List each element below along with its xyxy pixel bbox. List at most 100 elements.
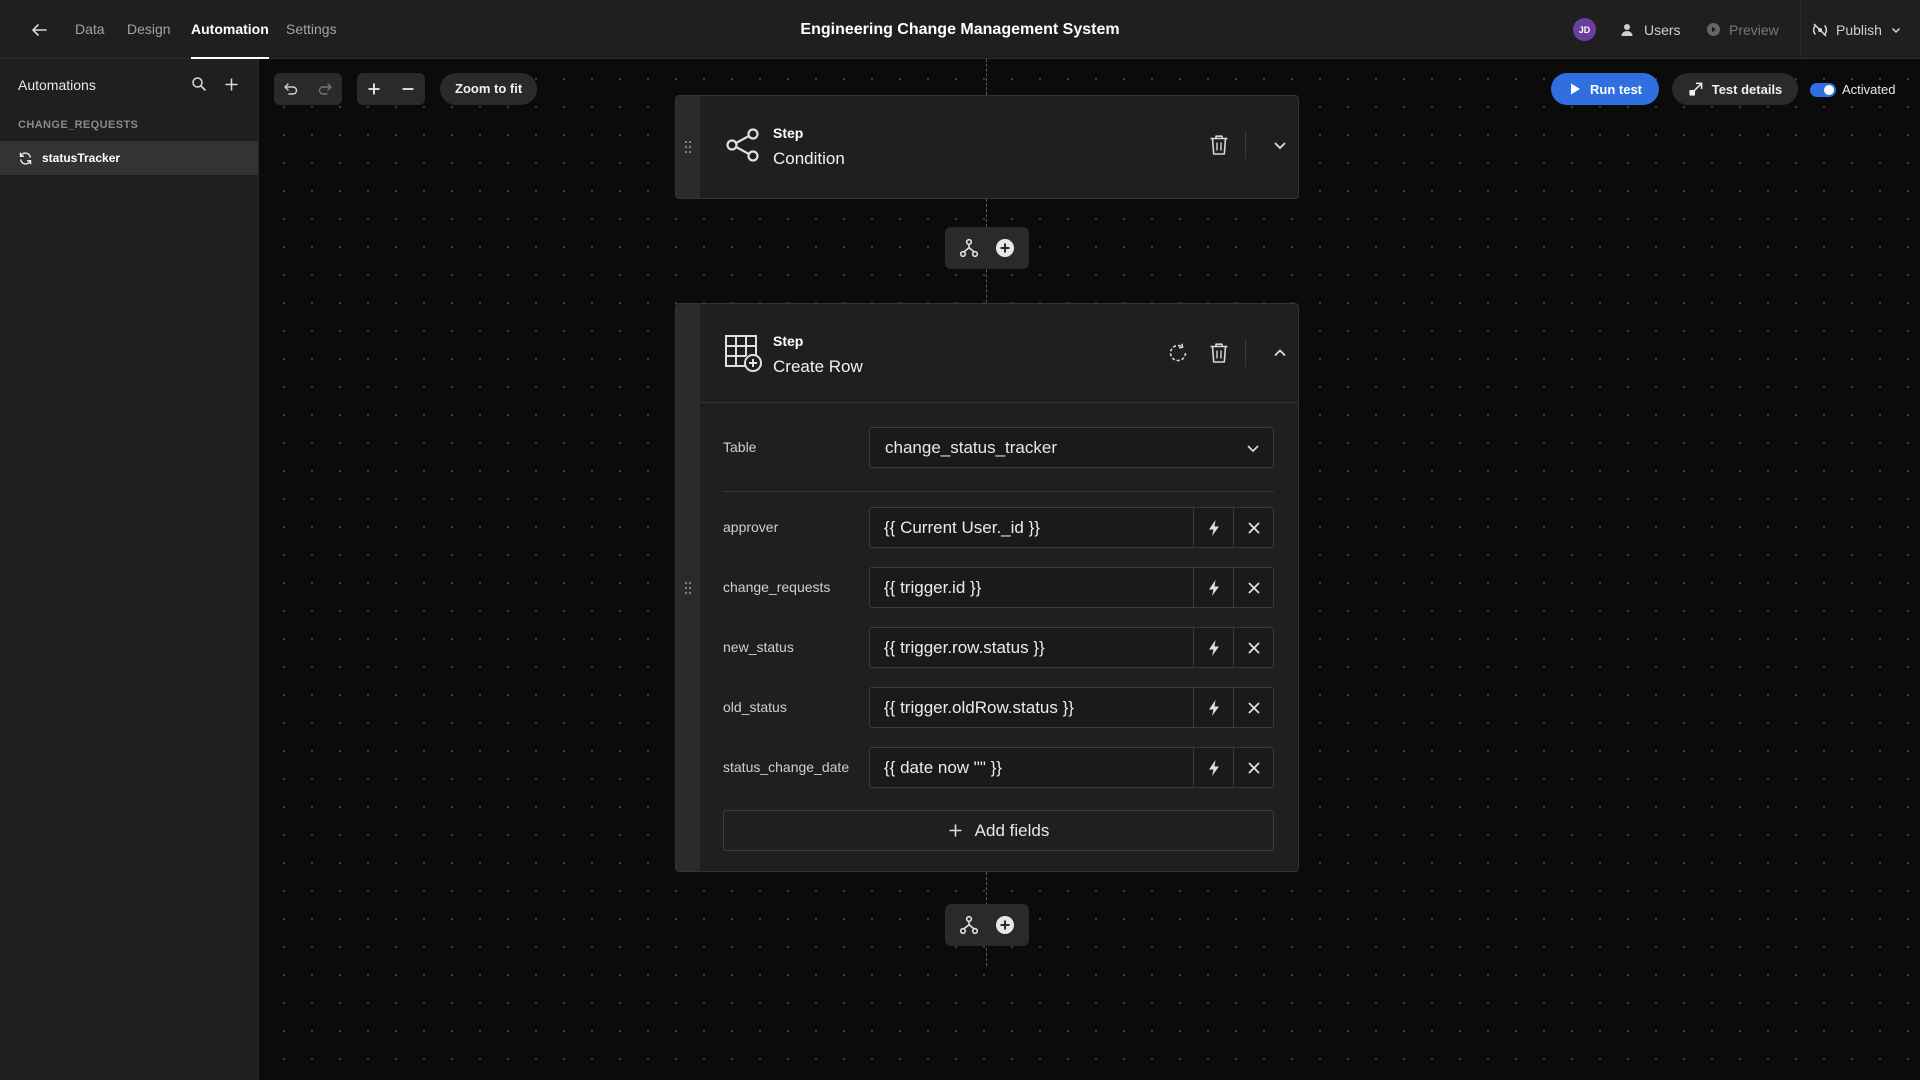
users-button[interactable]: Users	[1620, 0, 1681, 59]
close-icon	[1247, 521, 1260, 534]
add-step-button[interactable]	[994, 914, 1016, 936]
redo-button[interactable]	[308, 73, 342, 105]
field-label-status-change-date: status_change_date	[723, 759, 850, 775]
flask-icon	[1689, 82, 1703, 96]
zoom-out-button[interactable]	[391, 73, 425, 105]
automation-canvas[interactable]: Zoom to fit Run test Test details Activa…	[260, 59, 1920, 1080]
step-condition: Step Condition	[675, 95, 1299, 199]
avatar[interactable]: JD	[1573, 18, 1596, 41]
add-fields-button[interactable]: Add fields	[723, 810, 1274, 851]
clear-button[interactable]	[1233, 568, 1273, 607]
step-kicker: Step	[773, 125, 804, 141]
zoom-to-fit-button[interactable]: Zoom to fit	[440, 73, 538, 105]
field-label-change-requests: change_requests	[723, 579, 831, 595]
expand-step-button[interactable]	[1266, 131, 1294, 159]
step-name: Condition	[773, 149, 845, 168]
lightning-icon	[1208, 519, 1219, 536]
preview-button[interactable]: Preview	[1706, 0, 1779, 59]
clear-button[interactable]	[1233, 748, 1273, 787]
close-icon	[1247, 641, 1260, 654]
step-adder	[945, 227, 1029, 269]
add-branch-button[interactable]	[958, 237, 980, 259]
field-label-old-status: old_status	[723, 699, 787, 715]
delete-step-button[interactable]	[1205, 339, 1233, 367]
refresh-icon	[19, 151, 32, 165]
table-add-icon	[725, 335, 762, 372]
change-requests-input[interactable]: {{ trigger.id }}	[870, 568, 1193, 607]
tab-data[interactable]: Data	[75, 0, 105, 59]
approver-input[interactable]: {{ Current User._id }}	[870, 508, 1193, 547]
test-details-label: Test details	[1711, 81, 1783, 97]
close-icon	[1247, 581, 1260, 594]
add-automation-button[interactable]	[220, 73, 242, 95]
old-status-input[interactable]: {{ trigger.oldRow.status }}	[870, 688, 1193, 727]
field-label-approver: approver	[723, 519, 779, 535]
publish-button[interactable]: Publish	[1812, 0, 1902, 59]
bindings-button[interactable]	[1193, 688, 1233, 727]
run-test-button[interactable]: Run test	[1551, 73, 1659, 105]
divider	[723, 491, 1274, 492]
new-status-field: {{ trigger.row.status }}	[869, 627, 1274, 668]
bindings-button[interactable]	[1193, 628, 1233, 667]
undo-button[interactable]	[274, 73, 308, 105]
drag-handle-icon	[684, 140, 692, 154]
close-icon	[1247, 761, 1260, 774]
top-bar: Data Design Automation Settings Engineer…	[0, 0, 1920, 59]
bindings-button[interactable]	[1193, 568, 1233, 607]
run-test-label: Run test	[1590, 81, 1642, 97]
bindings-button[interactable]	[1193, 748, 1233, 787]
table-select[interactable]: change_status_tracker	[869, 427, 1274, 468]
add-branch-button[interactable]	[958, 914, 980, 936]
test-details-button[interactable]: Test details	[1672, 73, 1798, 105]
plus-icon	[949, 824, 962, 837]
new-status-input[interactable]: {{ trigger.row.status }}	[870, 628, 1193, 667]
add-fields-label: Add fields	[974, 820, 1050, 840]
step-create-row: Step Create Row Table change_status_trac…	[675, 303, 1299, 872]
clear-button[interactable]	[1233, 628, 1273, 667]
sidebar-item-label: statusTracker	[42, 151, 121, 165]
branch-icon	[959, 915, 979, 935]
table-label: Table	[723, 439, 757, 455]
branch-icon	[959, 238, 979, 258]
user-icon	[1621, 23, 1633, 36]
play-icon	[1571, 83, 1580, 95]
sidebar-section-heading: CHANGE_REQUESTS	[18, 119, 139, 131]
tab-design[interactable]: Design	[127, 0, 171, 59]
back-button[interactable]	[26, 17, 52, 43]
old-status-field: {{ trigger.oldRow.status }}	[869, 687, 1274, 728]
activated-toggle[interactable]	[1810, 83, 1836, 97]
zoom-in-button[interactable]	[357, 73, 391, 105]
delete-step-button[interactable]	[1205, 131, 1233, 159]
status-change-date-input[interactable]: {{ date now "" }}	[870, 748, 1193, 787]
branch-share-icon	[726, 128, 759, 162]
zoom-controls	[357, 73, 425, 105]
collapse-step-button[interactable]	[1266, 339, 1294, 367]
chevron-up-icon	[1274, 349, 1286, 357]
status-change-date-field: {{ date now "" }}	[869, 747, 1274, 788]
tab-automation[interactable]: Automation	[191, 0, 269, 59]
divider	[1800, 0, 1801, 59]
chevron-down-icon	[1247, 445, 1259, 453]
divider	[1245, 131, 1246, 159]
step-header[interactable]: Step Condition	[700, 96, 1298, 194]
search-button[interactable]	[188, 73, 210, 95]
drag-handle-icon	[684, 581, 692, 594]
arrow-left-icon	[32, 24, 47, 36]
clear-button[interactable]	[1233, 688, 1273, 727]
drag-handle[interactable]	[676, 96, 700, 198]
plus-icon	[225, 78, 237, 90]
refresh-step-button[interactable]	[1164, 339, 1192, 367]
step-name: Create Row	[773, 357, 863, 376]
tab-settings[interactable]: Settings	[286, 0, 337, 59]
drag-handle[interactable]	[676, 304, 700, 871]
trash-icon	[1210, 135, 1228, 155]
search-icon	[192, 77, 206, 91]
minus-icon	[402, 88, 414, 90]
add-step-button[interactable]	[994, 237, 1016, 259]
lightning-icon	[1208, 579, 1219, 596]
bindings-button[interactable]	[1193, 508, 1233, 547]
preview-label: Preview	[1729, 21, 1779, 38]
step-header[interactable]: Step Create Row	[700, 304, 1298, 402]
clear-button[interactable]	[1233, 508, 1273, 547]
sidebar-item-status-tracker[interactable]: statusTracker	[0, 141, 258, 175]
